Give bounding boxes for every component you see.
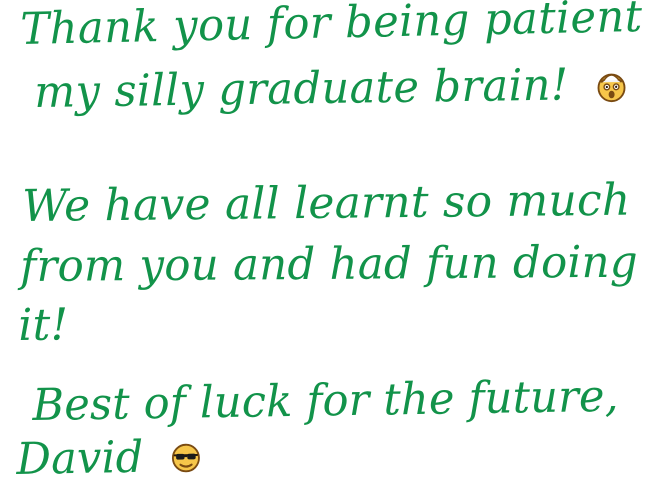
- note-text-line-6: Best of luck for the future,: [31, 370, 619, 431]
- note-line-2: my silly graduate brain!: [33, 59, 630, 118]
- handwritten-note-canvas: Thank you for being patient with my sill…: [0, 0, 653, 504]
- note-text-line-2: my silly graduate brain!: [33, 59, 569, 118]
- note-text-line-3: We have all learnt so much: [21, 174, 631, 232]
- note-line-1: Thank you for being patient with: [19, 0, 653, 55]
- note-text-line-5: it!: [17, 299, 69, 351]
- exploding-head-emoji-icon: [592, 66, 630, 105]
- note-line-6: Best of luck for the future,: [32, 371, 619, 431]
- note-line-4: from you and had fun doing: [20, 237, 638, 292]
- sunglasses-face-emoji-icon: [167, 438, 205, 477]
- note-line-5: it!: [18, 299, 69, 351]
- note-line-7: David: [15, 431, 205, 485]
- note-text-line-4: from you and had fun doing: [19, 236, 639, 292]
- note-text-line-1: Thank you for being patient with: [19, 0, 653, 55]
- note-text-line-7: David: [15, 431, 144, 485]
- note-line-3: We have all learnt so much: [22, 175, 631, 232]
